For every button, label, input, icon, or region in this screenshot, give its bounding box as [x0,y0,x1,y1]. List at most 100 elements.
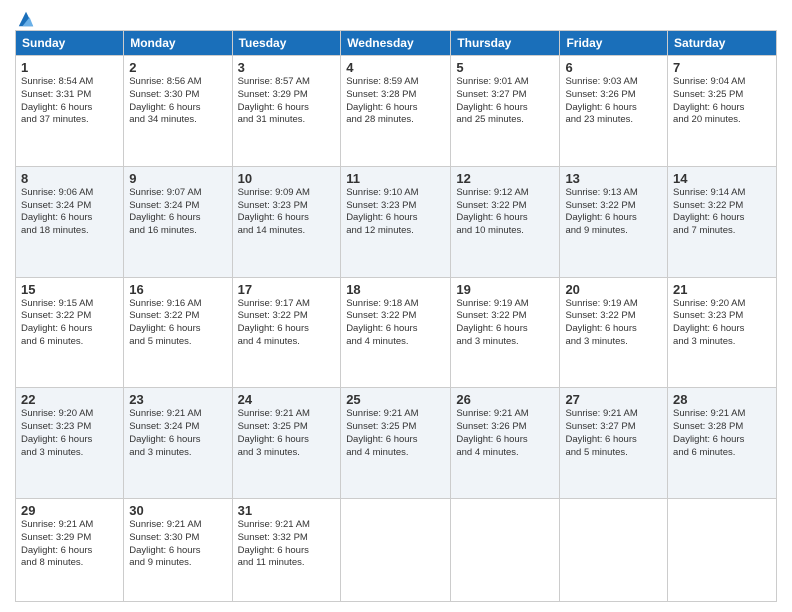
day-info: Sunrise: 9:19 AM Sunset: 3:22 PM Dayligh… [456,298,554,349]
calendar-cell: 10Sunrise: 9:09 AM Sunset: 3:23 PM Dayli… [232,166,341,277]
day-number: 12 [456,171,554,186]
day-info: Sunrise: 9:21 AM Sunset: 3:29 PM Dayligh… [21,519,118,570]
calendar-cell: 2Sunrise: 8:56 AM Sunset: 3:30 PM Daylig… [124,56,232,167]
calendar-cell: 7Sunrise: 9:04 AM Sunset: 3:25 PM Daylig… [668,56,777,167]
day-number: 26 [456,392,554,407]
calendar-cell: 25Sunrise: 9:21 AM Sunset: 3:25 PM Dayli… [341,388,451,499]
calendar-cell: 23Sunrise: 9:21 AM Sunset: 3:24 PM Dayli… [124,388,232,499]
day-info: Sunrise: 9:20 AM Sunset: 3:23 PM Dayligh… [673,298,771,349]
day-number: 24 [238,392,336,407]
calendar-header-row: SundayMondayTuesdayWednesdayThursdayFrid… [16,31,777,56]
day-number: 27 [565,392,662,407]
calendar-cell: 20Sunrise: 9:19 AM Sunset: 3:22 PM Dayli… [560,277,668,388]
day-info: Sunrise: 9:10 AM Sunset: 3:23 PM Dayligh… [346,187,445,238]
day-number: 30 [129,503,226,518]
day-number: 22 [21,392,118,407]
day-info: Sunrise: 9:21 AM Sunset: 3:28 PM Dayligh… [673,408,771,459]
day-number: 1 [21,60,118,75]
header [15,10,777,24]
calendar-cell: 18Sunrise: 9:18 AM Sunset: 3:22 PM Dayli… [341,277,451,388]
day-number: 28 [673,392,771,407]
day-number: 2 [129,60,226,75]
day-number: 5 [456,60,554,75]
day-number: 25 [346,392,445,407]
day-number: 7 [673,60,771,75]
calendar-cell [560,499,668,602]
calendar-cell: 1Sunrise: 8:54 AM Sunset: 3:31 PM Daylig… [16,56,124,167]
calendar-cell: 31Sunrise: 9:21 AM Sunset: 3:32 PM Dayli… [232,499,341,602]
day-info: Sunrise: 9:21 AM Sunset: 3:27 PM Dayligh… [565,408,662,459]
day-number: 21 [673,282,771,297]
day-number: 18 [346,282,445,297]
calendar-cell: 4Sunrise: 8:59 AM Sunset: 3:28 PM Daylig… [341,56,451,167]
header-day-monday: Monday [124,31,232,56]
day-info: Sunrise: 9:04 AM Sunset: 3:25 PM Dayligh… [673,76,771,127]
header-day-wednesday: Wednesday [341,31,451,56]
day-number: 3 [238,60,336,75]
calendar-cell: 9Sunrise: 9:07 AM Sunset: 3:24 PM Daylig… [124,166,232,277]
day-info: Sunrise: 9:18 AM Sunset: 3:22 PM Dayligh… [346,298,445,349]
day-info: Sunrise: 9:15 AM Sunset: 3:22 PM Dayligh… [21,298,118,349]
calendar-cell: 11Sunrise: 9:10 AM Sunset: 3:23 PM Dayli… [341,166,451,277]
calendar-week-row: 1Sunrise: 8:54 AM Sunset: 3:31 PM Daylig… [16,56,777,167]
calendar-cell: 21Sunrise: 9:20 AM Sunset: 3:23 PM Dayli… [668,277,777,388]
calendar-week-row: 8Sunrise: 9:06 AM Sunset: 3:24 PM Daylig… [16,166,777,277]
calendar-cell: 28Sunrise: 9:21 AM Sunset: 3:28 PM Dayli… [668,388,777,499]
day-info: Sunrise: 8:59 AM Sunset: 3:28 PM Dayligh… [346,76,445,127]
day-number: 14 [673,171,771,186]
calendar-cell: 14Sunrise: 9:14 AM Sunset: 3:22 PM Dayli… [668,166,777,277]
day-number: 23 [129,392,226,407]
calendar-cell: 6Sunrise: 9:03 AM Sunset: 3:26 PM Daylig… [560,56,668,167]
day-info: Sunrise: 9:07 AM Sunset: 3:24 PM Dayligh… [129,187,226,238]
header-day-tuesday: Tuesday [232,31,341,56]
day-info: Sunrise: 9:01 AM Sunset: 3:27 PM Dayligh… [456,76,554,127]
day-number: 4 [346,60,445,75]
day-info: Sunrise: 9:21 AM Sunset: 3:26 PM Dayligh… [456,408,554,459]
day-info: Sunrise: 9:21 AM Sunset: 3:25 PM Dayligh… [346,408,445,459]
day-number: 11 [346,171,445,186]
day-number: 13 [565,171,662,186]
day-info: Sunrise: 9:09 AM Sunset: 3:23 PM Dayligh… [238,187,336,238]
day-info: Sunrise: 9:14 AM Sunset: 3:22 PM Dayligh… [673,187,771,238]
calendar-cell: 26Sunrise: 9:21 AM Sunset: 3:26 PM Dayli… [451,388,560,499]
day-info: Sunrise: 9:21 AM Sunset: 3:24 PM Dayligh… [129,408,226,459]
day-info: Sunrise: 8:57 AM Sunset: 3:29 PM Dayligh… [238,76,336,127]
day-number: 17 [238,282,336,297]
calendar-cell: 3Sunrise: 8:57 AM Sunset: 3:29 PM Daylig… [232,56,341,167]
day-info: Sunrise: 9:06 AM Sunset: 3:24 PM Dayligh… [21,187,118,238]
calendar-cell: 16Sunrise: 9:16 AM Sunset: 3:22 PM Dayli… [124,277,232,388]
day-number: 16 [129,282,226,297]
header-day-saturday: Saturday [668,31,777,56]
day-number: 8 [21,171,118,186]
day-number: 15 [21,282,118,297]
day-number: 20 [565,282,662,297]
day-info: Sunrise: 9:12 AM Sunset: 3:22 PM Dayligh… [456,187,554,238]
day-info: Sunrise: 9:20 AM Sunset: 3:23 PM Dayligh… [21,408,118,459]
calendar-cell: 8Sunrise: 9:06 AM Sunset: 3:24 PM Daylig… [16,166,124,277]
day-number: 6 [565,60,662,75]
calendar-cell: 5Sunrise: 9:01 AM Sunset: 3:27 PM Daylig… [451,56,560,167]
calendar-cell: 15Sunrise: 9:15 AM Sunset: 3:22 PM Dayli… [16,277,124,388]
calendar-cell [668,499,777,602]
day-info: Sunrise: 9:21 AM Sunset: 3:32 PM Dayligh… [238,519,336,570]
day-info: Sunrise: 9:16 AM Sunset: 3:22 PM Dayligh… [129,298,226,349]
header-day-sunday: Sunday [16,31,124,56]
calendar-cell [341,499,451,602]
day-info: Sunrise: 9:03 AM Sunset: 3:26 PM Dayligh… [565,76,662,127]
calendar-week-row: 29Sunrise: 9:21 AM Sunset: 3:29 PM Dayli… [16,499,777,602]
day-number: 10 [238,171,336,186]
calendar-cell: 22Sunrise: 9:20 AM Sunset: 3:23 PM Dayli… [16,388,124,499]
calendar-cell: 30Sunrise: 9:21 AM Sunset: 3:30 PM Dayli… [124,499,232,602]
calendar-cell: 29Sunrise: 9:21 AM Sunset: 3:29 PM Dayli… [16,499,124,602]
day-info: Sunrise: 9:19 AM Sunset: 3:22 PM Dayligh… [565,298,662,349]
calendar-cell: 12Sunrise: 9:12 AM Sunset: 3:22 PM Dayli… [451,166,560,277]
calendar-week-row: 22Sunrise: 9:20 AM Sunset: 3:23 PM Dayli… [16,388,777,499]
day-number: 19 [456,282,554,297]
calendar-cell: 13Sunrise: 9:13 AM Sunset: 3:22 PM Dayli… [560,166,668,277]
day-info: Sunrise: 9:13 AM Sunset: 3:22 PM Dayligh… [565,187,662,238]
day-number: 31 [238,503,336,518]
calendar-cell: 17Sunrise: 9:17 AM Sunset: 3:22 PM Dayli… [232,277,341,388]
logo [15,10,35,24]
header-day-friday: Friday [560,31,668,56]
day-number: 9 [129,171,226,186]
